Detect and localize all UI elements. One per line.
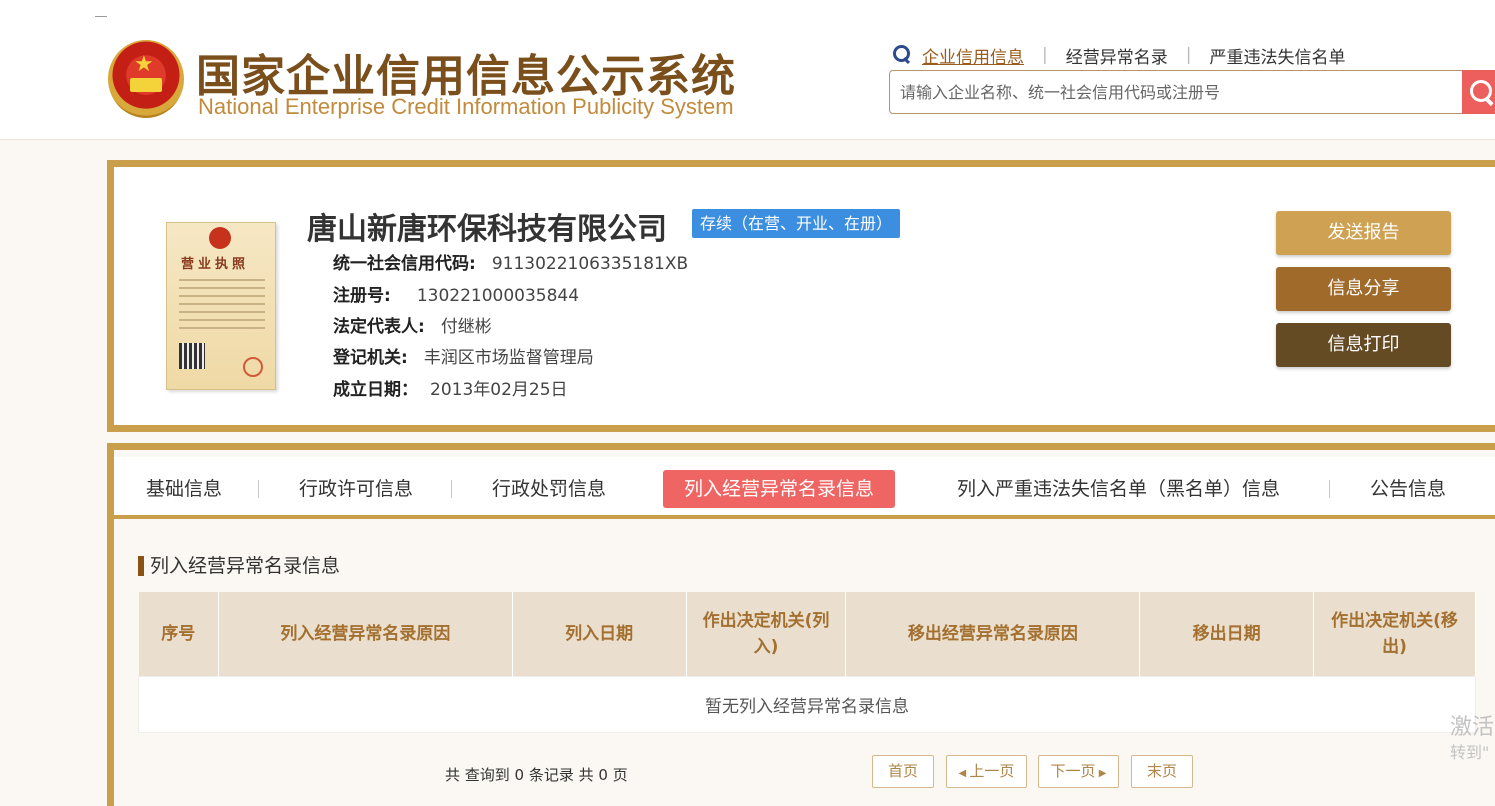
info-label: 登记机关: [333, 348, 408, 368]
national-emblem-icon: ★ [108, 40, 184, 118]
section-title: 列入经营异常名录信息 [138, 554, 340, 578]
abnormal-records-table: 序号 列入经营异常名录原因 列入日期 作出决定机关(列入) 移出经营异常名录原因… [138, 592, 1476, 733]
chevron-left-icon: ◀ [958, 768, 970, 779]
info-reg-number: 注册号: 130221000035844 [333, 281, 579, 306]
watermark-line1: 激活 [1450, 715, 1495, 740]
tab-basic-info[interactable]: 基础信息 [146, 470, 222, 508]
search-box [889, 70, 1465, 114]
info-credit-code: 统一社会信用代码: 9113022106335181XB [333, 249, 688, 274]
info-value: 付继彬 [440, 317, 492, 337]
nav-separator: | [1042, 45, 1048, 65]
col-header-list-authority: 作出决定机关(列入) [686, 592, 847, 676]
nav-abnormal-list[interactable]: 经营异常名录 [1066, 43, 1168, 68]
prev-page-label: 上一页 [969, 762, 1015, 780]
info-reg-authority: 登记机关: 丰润区市场监督管理局 [333, 343, 594, 368]
col-header-remove-reason: 移出经营异常名录原因 [845, 592, 1141, 676]
nav-blacklist[interactable]: 严重违法失信名单 [1209, 43, 1345, 68]
col-header-remove-date: 移出日期 [1139, 592, 1315, 676]
top-nav: 企业信用信息 | 经营异常名录 | 严重违法失信名单 [892, 43, 1345, 68]
info-label: 成立日期： [333, 380, 418, 400]
table-empty-row: 暂无列入经营异常名录信息 [138, 675, 1476, 733]
nav-separator: | [1185, 45, 1192, 65]
search-button[interactable] [1462, 70, 1495, 114]
tab-abnormal-list[interactable]: 列入经营异常名录信息 [663, 470, 896, 508]
search-input[interactable] [890, 71, 1464, 113]
info-value: 9113022106335181XB [491, 254, 689, 274]
site-header: ★ 国家企业信用信息公示系统 National Enterprise Credi… [0, 0, 1495, 140]
activation-watermark: 激活 转到" [1450, 713, 1494, 763]
header-tick-mark [95, 16, 107, 17]
tab-announcements[interactable]: 公告信息 [1370, 470, 1446, 508]
col-header-index: 序号 [138, 592, 219, 676]
col-header-remove-authority: 作出决定机关(移出) [1313, 592, 1476, 676]
license-text-lines [179, 279, 265, 335]
col-header-list-reason: 列入经营异常名录原因 [218, 592, 513, 676]
send-report-button[interactable]: 发送报告 [1276, 211, 1451, 255]
print-info-button[interactable]: 信息打印 [1276, 323, 1451, 367]
col-header-list-date: 列入日期 [512, 592, 687, 676]
pager-summary: 共 查询到 0 条记录 共 0 页 [445, 766, 628, 784]
info-legal-rep: 法定代表人: 付继彬 [333, 312, 492, 337]
chevron-right-icon: ▶ [1095, 768, 1107, 779]
search-magnifier-icon [892, 45, 912, 65]
tab-admin-permit[interactable]: 行政许可信息 [299, 470, 413, 508]
next-page-button[interactable]: 下一页 ▶ [1038, 755, 1119, 788]
status-badge: 存续（在营、开业、在册） [692, 209, 901, 238]
tab-admin-penalty[interactable]: 行政处罚信息 [492, 470, 606, 508]
site-title-en: National Enterprise Credit Information P… [198, 94, 734, 119]
next-page-label: 下一页 [1050, 762, 1096, 780]
nav-enterprise-credit[interactable]: 企业信用信息 [922, 43, 1024, 68]
first-page-button[interactable]: 首页 [872, 755, 934, 788]
info-founded-date: 成立日期： 2013年02月25日 [333, 375, 568, 400]
tab-separator [1329, 480, 1330, 498]
info-label: 注册号: [333, 286, 391, 306]
company-name: 唐山新唐环保科技有限公司 [307, 212, 667, 247]
info-value: 2013年02月25日 [430, 380, 568, 400]
info-value: 130221000035844 [416, 286, 580, 306]
share-info-button[interactable]: 信息分享 [1276, 267, 1451, 311]
empty-message: 暂无列入经营异常名录信息 [138, 675, 1476, 733]
tab-blacklist[interactable]: 列入严重违法失信名单（黑名单）信息 [957, 470, 1280, 508]
prev-page-button[interactable]: ◀ 上一页 [946, 755, 1027, 788]
license-seal-icon [209, 227, 231, 249]
watermark-line2: 转到" [1450, 743, 1490, 762]
license-stamp-icon [243, 357, 263, 377]
license-title: 营业执照 [181, 257, 250, 272]
info-value: 丰润区市场监督管理局 [423, 348, 594, 368]
tab-separator [451, 480, 452, 498]
business-license-image[interactable]: 营业执照 [166, 222, 276, 390]
info-label: 统一社会信用代码: [333, 254, 476, 274]
qr-code-icon [179, 343, 205, 369]
info-label: 法定代表人: [333, 317, 425, 337]
last-page-button[interactable]: 末页 [1131, 755, 1193, 788]
tab-separator [258, 480, 259, 498]
